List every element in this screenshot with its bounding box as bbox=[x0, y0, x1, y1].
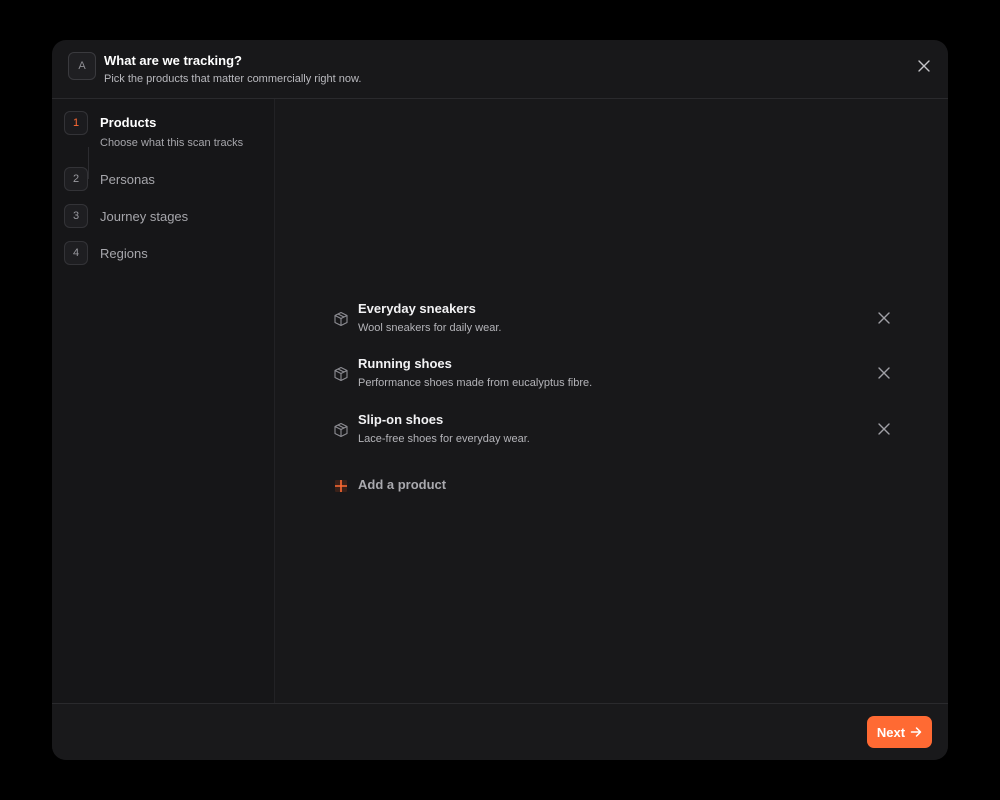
modal-footer: Next bbox=[52, 703, 948, 760]
next-label: Next bbox=[876, 724, 906, 740]
modal-subtitle: Pick the products that matter commercial… bbox=[104, 73, 362, 85]
plus-icon bbox=[335, 480, 347, 492]
box-icon bbox=[334, 366, 348, 382]
remove-product-button[interactable] bbox=[876, 421, 892, 437]
product-item: Slip-on shoes Lace-free shoes for everyd… bbox=[333, 410, 893, 454]
remove-product-button[interactable] bbox=[876, 310, 892, 326]
add-product-label: Add a product bbox=[358, 477, 447, 492]
product-item: Running shoes Performance shoes made fro… bbox=[333, 354, 893, 398]
close-icon bbox=[878, 367, 890, 379]
product-description: Lace-free shoes for everyday wear. bbox=[358, 433, 530, 445]
product-description: Performance shoes made from eucalyptus f… bbox=[358, 377, 593, 389]
add-product-button[interactable]: Add a product bbox=[333, 475, 533, 497]
close-button[interactable] bbox=[914, 56, 934, 76]
product-name: Running shoes bbox=[358, 356, 452, 371]
step-journey-stages[interactable]: 3 Journey stages bbox=[64, 204, 264, 234]
arrow-right-icon bbox=[910, 727, 922, 737]
close-icon bbox=[878, 312, 890, 324]
step-number: 3 bbox=[64, 204, 88, 228]
step-number: 1 bbox=[64, 111, 88, 135]
step-label: Personas bbox=[100, 172, 155, 187]
close-icon bbox=[918, 60, 930, 72]
wizard-modal: A What are we tracking? Pick the product… bbox=[52, 40, 948, 760]
workspace-avatar: A bbox=[68, 52, 96, 80]
products-panel: Everyday sneakers Wool sneakers for dail… bbox=[275, 99, 948, 703]
product-item: Everyday sneakers Wool sneakers for dail… bbox=[333, 299, 893, 343]
steps-sidebar: 1 Products Choose what this scan tracks … bbox=[52, 99, 275, 703]
step-number: 2 bbox=[64, 167, 88, 191]
modal-title: What are we tracking? bbox=[104, 53, 242, 68]
next-button[interactable]: Next bbox=[867, 716, 932, 748]
step-label: Journey stages bbox=[100, 209, 189, 224]
product-description: Wool sneakers for daily wear. bbox=[358, 322, 502, 334]
modal-header: A What are we tracking? Pick the product… bbox=[52, 40, 948, 99]
step-label: Products bbox=[100, 115, 157, 130]
step-description: Choose what this scan tracks bbox=[100, 137, 244, 149]
box-icon bbox=[334, 311, 348, 327]
step-label: Regions bbox=[100, 246, 148, 261]
step-number: 4 bbox=[64, 241, 88, 265]
product-name: Everyday sneakers bbox=[358, 301, 476, 316]
box-icon bbox=[334, 422, 348, 438]
step-products[interactable]: 1 Products Choose what this scan tracks bbox=[64, 111, 264, 179]
step-personas[interactable]: 2 Personas bbox=[64, 167, 264, 197]
step-regions[interactable]: 4 Regions bbox=[64, 241, 264, 271]
product-name: Slip-on shoes bbox=[358, 412, 444, 427]
remove-product-button[interactable] bbox=[876, 365, 892, 381]
close-icon bbox=[878, 423, 890, 435]
